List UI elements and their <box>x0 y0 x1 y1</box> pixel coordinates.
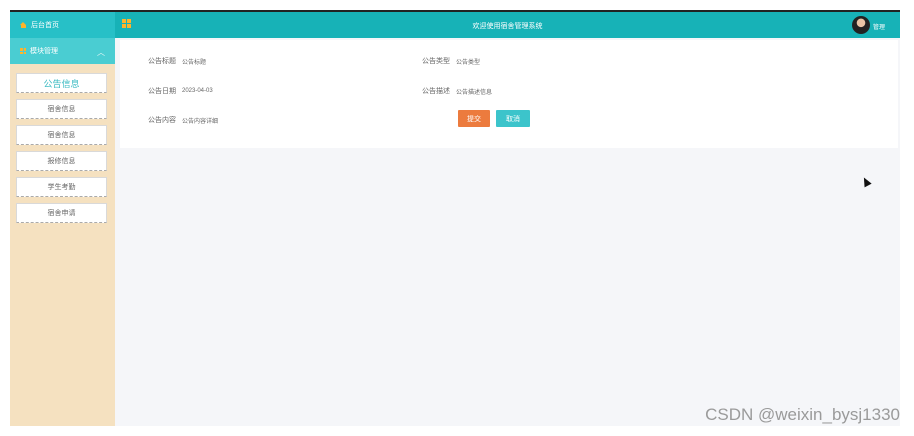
sidebar-item-dorm-info[interactable]: 宿舍信息 <box>16 125 107 145</box>
sidebar-item-repairs[interactable]: 报修信息 <box>16 151 107 171</box>
content-field: 公告内容 公告内容详细 <box>148 115 218 125</box>
description-input[interactable]: 公告描述信息 <box>456 87 492 96</box>
content-label: 公告内容 <box>148 117 176 124</box>
sidebar-item-announcements[interactable]: 公告信息 <box>16 73 107 93</box>
sidebar-item-label: 宿舍申请 <box>47 210 76 217</box>
sidebar-home[interactable]: 后台首页 <box>10 12 115 38</box>
type-input[interactable]: 公告类型 <box>456 57 480 66</box>
sidebar-item-applications[interactable]: 宿舍申请 <box>16 203 107 223</box>
sidebar-home-label: 后台首页 <box>31 22 59 29</box>
avatar[interactable] <box>852 16 870 34</box>
date-input[interactable]: 2023-04-03 <box>182 88 213 94</box>
app-frame: 后台首页 模块管理 ︿ 公告信息 宿舍信息 宿舍信息 报修信息 学生考勤 宿舍申… <box>10 10 900 426</box>
watermark: CSDN @weixin_bysj1330 <box>705 405 900 424</box>
date-field: 公告日期 2023-04-03 <box>148 86 213 96</box>
chevron-up-icon: ︿ <box>97 48 105 57</box>
submit-button[interactable]: 提交 <box>458 110 490 127</box>
type-label: 公告类型 <box>422 58 450 65</box>
cancel-button[interactable]: 取消 <box>496 110 530 127</box>
sidebar-module-label: 模块管理 <box>30 48 58 55</box>
sidebar: 后台首页 模块管理 ︿ 公告信息 宿舍信息 宿舍信息 报修信息 学生考勤 宿舍申… <box>10 12 115 426</box>
description-field: 公告描述 公告描述信息 <box>422 86 492 96</box>
username[interactable]: 管理 <box>873 22 885 31</box>
module-icon <box>20 48 26 54</box>
title-input[interactable]: 公告标题 <box>182 57 206 66</box>
sidebar-item-attendance[interactable]: 学生考勤 <box>16 177 107 197</box>
cursor-icon <box>860 175 872 188</box>
sidebar-item-label: 公告信息 <box>43 78 80 89</box>
announcement-form: 公告标题 公告标题 公告类型 公告类型 公告日期 2023-04-03 公告描述… <box>120 40 898 148</box>
title-field: 公告标题 公告标题 <box>148 56 206 66</box>
home-icon <box>20 22 27 28</box>
content-input[interactable]: 公告内容详细 <box>182 116 218 125</box>
title-label: 公告标题 <box>148 58 176 65</box>
app-title: 欢迎使用宿舍管理系统 <box>472 23 543 30</box>
description-label: 公告描述 <box>422 88 450 95</box>
sidebar-item-dormitories[interactable]: 宿舍信息 <box>16 99 107 119</box>
type-field: 公告类型 公告类型 <box>422 56 480 66</box>
date-label: 公告日期 <box>148 88 176 95</box>
top-bar: 欢迎使用宿舍管理系统 管理 <box>115 12 900 38</box>
sidebar-item-label: 报修信息 <box>47 158 76 165</box>
sidebar-item-label: 宿舍信息 <box>47 106 76 113</box>
sidebar-module-toggle[interactable]: 模块管理 ︿ <box>10 38 115 64</box>
sidebar-menu: 公告信息 宿舍信息 宿舍信息 报修信息 学生考勤 宿舍申请 <box>10 64 115 223</box>
sidebar-item-label: 学生考勤 <box>47 184 76 191</box>
sidebar-item-label: 宿舍信息 <box>47 132 76 139</box>
